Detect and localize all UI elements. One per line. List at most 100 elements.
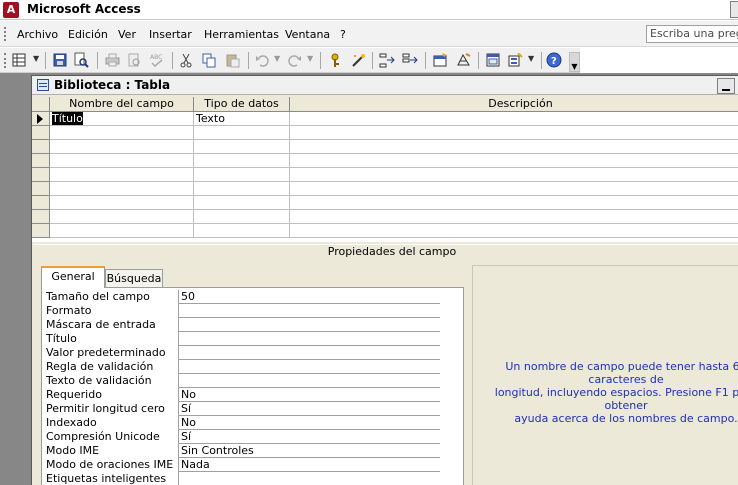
cell-field[interactable]	[50, 196, 194, 210]
property-value-field[interactable]	[178, 332, 440, 346]
properties-icon[interactable]	[432, 52, 448, 68]
menu-ver[interactable]: Ver	[118, 28, 136, 41]
property-value-field[interactable]: Sí	[178, 430, 440, 444]
cell-field[interactable]	[50, 168, 194, 182]
row-selector[interactable]	[32, 112, 50, 126]
property-value-field[interactable]	[178, 374, 440, 388]
property-value-field[interactable]: 50	[178, 290, 440, 304]
row-selector[interactable]	[32, 168, 50, 182]
property-value-field[interactable]	[178, 472, 440, 485]
cell-type[interactable]	[194, 182, 290, 196]
cell-field[interactable]	[50, 140, 194, 154]
spelling-icon[interactable]: ABC	[149, 52, 165, 68]
menu-insertar[interactable]: Insertar	[149, 28, 192, 41]
property-value-field[interactable]	[178, 318, 440, 332]
cell-type[interactable]	[194, 154, 290, 168]
new-object-dropdown-icon[interactable]: ▼	[528, 54, 534, 63]
copy-icon[interactable]	[201, 52, 217, 68]
indexes-icon[interactable]	[455, 52, 471, 68]
cell-description[interactable]	[290, 210, 738, 224]
access-icon[interactable]: A	[3, 2, 19, 18]
tab-busqueda[interactable]: Búsqueda	[105, 269, 163, 289]
cell-type[interactable]	[194, 140, 290, 154]
grid-corner[interactable]	[32, 97, 50, 112]
delete-rows-icon[interactable]	[402, 52, 418, 68]
database-window-icon[interactable]	[485, 52, 501, 68]
property-value-field[interactable]	[178, 304, 440, 318]
redo-icon[interactable]	[287, 52, 303, 68]
property-label: Modo de oraciones IME	[46, 458, 174, 471]
property-value-field[interactable]: Nada	[178, 458, 440, 472]
primary-key-icon[interactable]	[327, 52, 343, 68]
cell-field[interactable]	[50, 154, 194, 168]
cell-description[interactable]	[290, 168, 738, 182]
toolbar-options-icon[interactable]: ▼	[569, 52, 580, 72]
field-properties-header: Propiedades del campo	[33, 244, 738, 259]
property-value-field[interactable]: Sí	[178, 402, 440, 416]
undo-dropdown-icon[interactable]: ▼	[274, 54, 280, 63]
minimize-button[interactable]	[717, 78, 735, 94]
save-icon[interactable]	[52, 52, 68, 68]
property-value-field[interactable]: No	[178, 388, 440, 402]
property-label: Texto de validación	[46, 374, 152, 387]
cell-field[interactable]	[50, 182, 194, 196]
property-value-field[interactable]: No	[178, 416, 440, 430]
window-title-bar[interactable]: Biblioteca : Tabla	[32, 76, 738, 95]
property-label: Formato	[46, 304, 92, 317]
ask-question-input[interactable]: Escriba una pregu	[646, 25, 738, 43]
menu-grip[interactable]	[4, 27, 6, 41]
tab-general[interactable]: General	[41, 266, 105, 288]
row-selector[interactable]	[32, 154, 50, 168]
menu-herramientas[interactable]: Herramientas	[204, 28, 279, 41]
new-object-icon[interactable]	[507, 52, 523, 68]
window-title: Biblioteca : Tabla	[54, 78, 171, 92]
row-selector[interactable]	[32, 126, 50, 140]
cell-description[interactable]	[290, 196, 738, 210]
column-header-field-name[interactable]: Nombre del campo	[50, 97, 194, 112]
print-icon[interactable]	[104, 52, 120, 68]
property-value-field[interactable]	[178, 346, 440, 360]
cut-icon[interactable]	[178, 52, 194, 68]
cell-description[interactable]	[290, 182, 738, 196]
cell-type[interactable]: Texto	[194, 112, 290, 126]
insert-rows-icon[interactable]	[379, 52, 395, 68]
cell-field[interactable]	[50, 126, 194, 140]
window-control-button[interactable]	[730, 1, 738, 18]
column-header-description[interactable]: Descripción	[290, 97, 738, 112]
help-icon[interactable]: ?	[546, 52, 562, 68]
cell-description[interactable]	[290, 224, 738, 238]
cell-field[interactable]	[50, 224, 194, 238]
redo-dropdown-icon[interactable]: ▼	[307, 54, 313, 63]
menu-ventana[interactable]: Ventana	[285, 28, 330, 41]
column-header-data-type[interactable]: Tipo de datos	[194, 97, 290, 112]
cell-type[interactable]	[194, 224, 290, 238]
cell-field[interactable]	[50, 210, 194, 224]
print-preview-icon[interactable]	[126, 52, 142, 68]
menu-archivo[interactable]: Archivo	[17, 28, 58, 41]
cell-description[interactable]	[290, 126, 738, 140]
row-selector[interactable]	[32, 196, 50, 210]
cell-description[interactable]	[290, 154, 738, 168]
cell-type[interactable]	[194, 196, 290, 210]
build-icon[interactable]	[350, 52, 366, 68]
file-search-icon[interactable]	[73, 52, 89, 68]
view-icon[interactable]	[11, 52, 27, 68]
row-selector[interactable]	[32, 224, 50, 238]
cell-description[interactable]	[290, 140, 738, 154]
menu-help[interactable]: ?	[340, 28, 346, 41]
undo-icon[interactable]	[254, 52, 270, 68]
property-value-field[interactable]	[178, 360, 440, 374]
toolbar-grip[interactable]	[4, 53, 6, 68]
cell-type[interactable]	[194, 168, 290, 182]
cell-description[interactable]	[290, 112, 738, 126]
row-selector[interactable]	[32, 140, 50, 154]
property-value-field[interactable]: Sin Controles	[178, 444, 440, 458]
paste-icon[interactable]	[224, 52, 240, 68]
cell-type[interactable]	[194, 210, 290, 224]
row-selector[interactable]	[32, 210, 50, 224]
view-dropdown-icon[interactable]: ▼	[33, 54, 39, 63]
cell-field[interactable]: Título	[50, 112, 194, 126]
row-selector[interactable]	[32, 182, 50, 196]
menu-edicion[interactable]: Edición	[68, 28, 108, 41]
cell-type[interactable]	[194, 126, 290, 140]
